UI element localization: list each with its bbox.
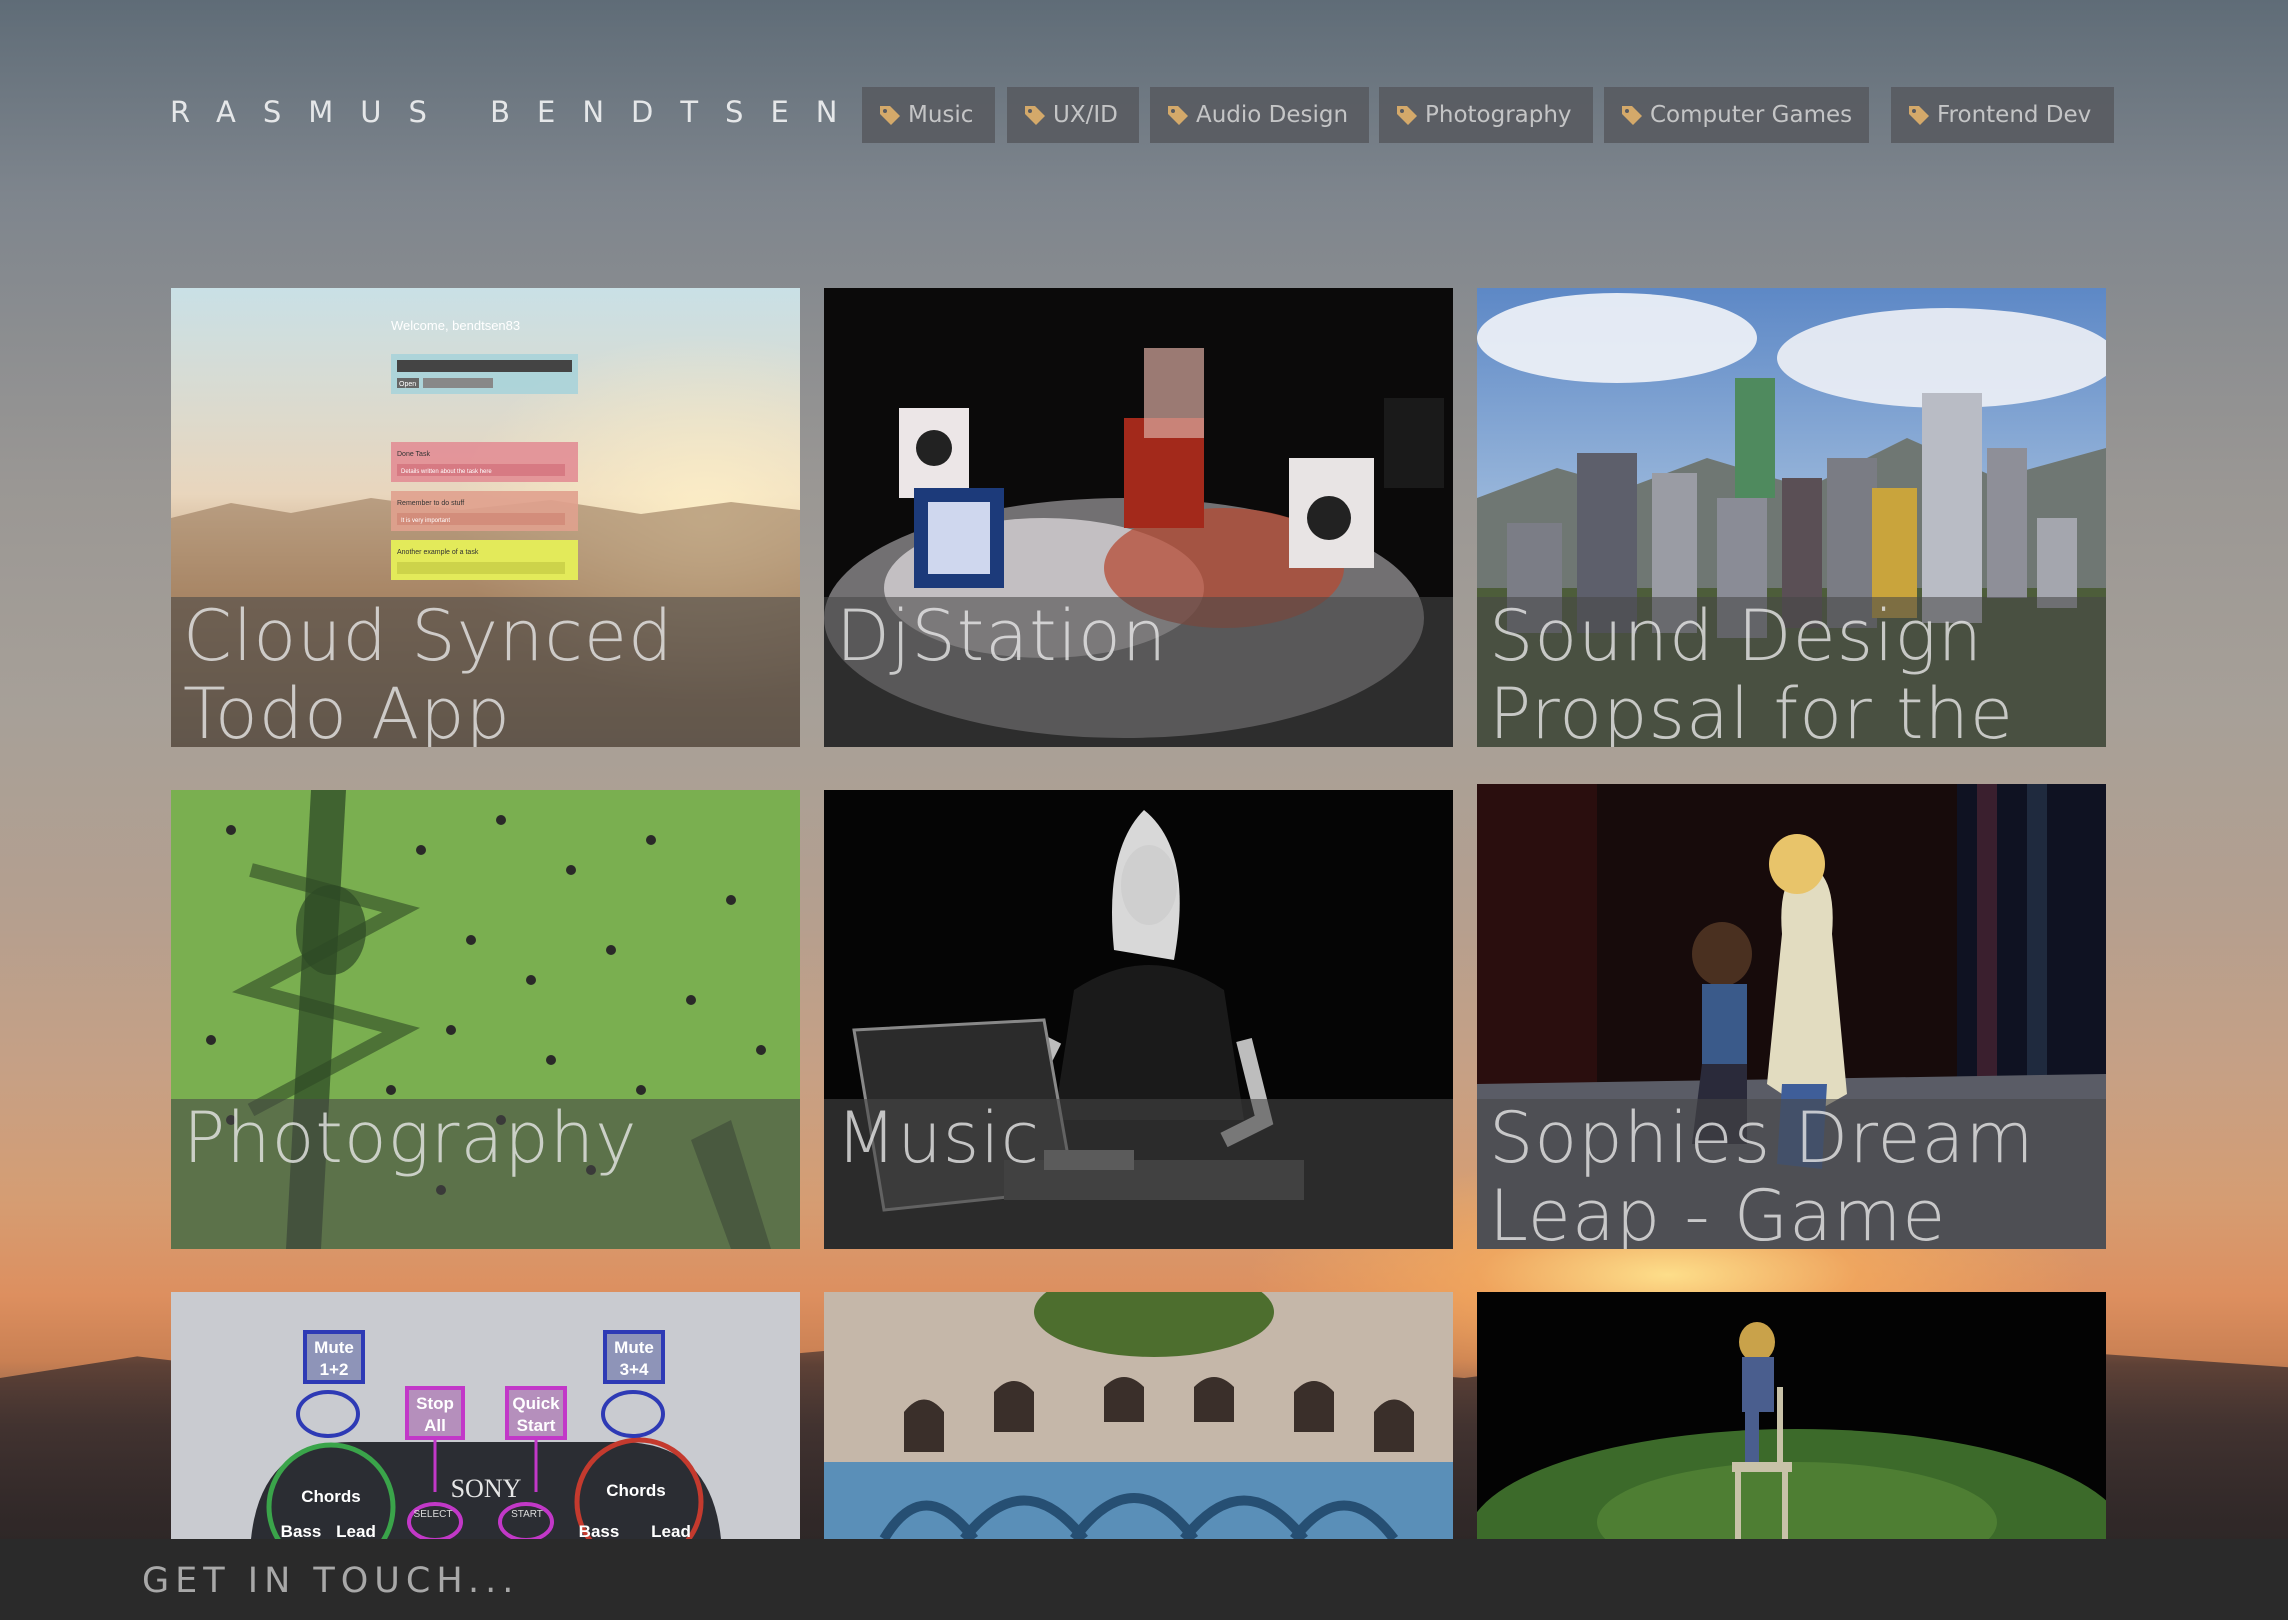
label-chords-right: Chords — [606, 1481, 666, 1500]
label-quick-1: Quick — [512, 1394, 560, 1413]
project-card-gamepad[interactable]: Mute 1+2 Mute 3+4 Stop All Quick Start S… — [171, 1292, 800, 1539]
todo-task2-body: It is very important — [401, 518, 450, 524]
tag-music[interactable]: Music — [862, 87, 995, 143]
label-bass-right: Bass — [579, 1522, 620, 1539]
label-chords-left: Chords — [301, 1487, 361, 1506]
project-card-graffiti[interactable] — [824, 1292, 1453, 1539]
label-start: START — [511, 1509, 543, 1520]
project-title-overlay: DjStation — [824, 597, 1453, 747]
todo-task1-body: Details written about the task here — [401, 469, 492, 475]
tag-icon — [1397, 106, 1417, 125]
project-title: DjStation — [836, 597, 1168, 677]
project-card-photography[interactable]: Photography — [171, 790, 800, 1249]
project-title-overlay: Photography — [171, 1099, 800, 1249]
project-title: Music — [836, 1099, 1041, 1179]
todo-open-label: Open — [399, 381, 416, 388]
label-brand: SONY — [451, 1474, 522, 1503]
tag-label: Frontend Dev — [1937, 102, 2092, 128]
project-title: Photography — [183, 1099, 638, 1179]
todo-task3-title: Another example of a task — [397, 549, 479, 556]
label-mute-right-1: Mute — [614, 1338, 654, 1357]
label-lead-left: Lead — [336, 1522, 376, 1539]
label-stop-2: All — [424, 1416, 446, 1435]
contact-footer: GET IN TOUCH... — [0, 1539, 2288, 1620]
project-card-sophies-dream-leap[interactable]: Sophies Dream Leap - Game — [1477, 784, 2106, 1249]
tag-audio-design[interactable]: Audio Design — [1150, 87, 1369, 143]
todo-task2-title: Remember to do stuff — [397, 500, 464, 507]
tag-label: Audio Design — [1196, 102, 1349, 128]
project-card-djstation[interactable]: DjStation — [824, 288, 1453, 747]
label-quick-2: Start — [517, 1416, 556, 1435]
project-card-chair-scene[interactable] — [1477, 1292, 2106, 1539]
tag-icon — [1168, 106, 1188, 125]
project-title: Cloud Synced Todo App — [183, 597, 674, 747]
project-title: Sophies Dream Leap - Game — [1489, 1099, 2035, 1249]
todo-welcome: Welcome, bendtsen83 — [391, 318, 520, 333]
project-thumbnail — [1477, 1292, 2106, 1539]
tag-label: UX/ID — [1053, 102, 1118, 128]
project-thumbnail: Mute 1+2 Mute 3+4 Stop All Quick Start S… — [171, 1292, 800, 1539]
label-mute-right-2: 3+4 — [620, 1360, 649, 1379]
tag-label: Music — [908, 102, 974, 128]
project-card-music[interactable]: Music — [824, 790, 1453, 1249]
tag-frontend-dev[interactable]: Frontend Dev — [1891, 87, 2114, 143]
project-title-overlay: Sound Design Propsal for the — [1477, 597, 2106, 747]
tag-icon — [1622, 106, 1642, 125]
label-select: SELECT — [414, 1509, 453, 1520]
project-card-todo-app[interactable]: Welcome, bendtsen83 Open Done Task Detai… — [171, 288, 800, 747]
project-title-overlay: Music — [824, 1099, 1453, 1249]
site-brand[interactable]: RASMUS BENDTSEN — [170, 95, 864, 129]
project-thumbnail — [824, 1292, 1453, 1539]
project-card-sound-design[interactable]: Sound Design Propsal for the — [1477, 288, 2106, 747]
project-title-overlay: Sophies Dream Leap - Game — [1477, 1099, 2106, 1249]
tag-icon — [880, 106, 900, 125]
tag-icon — [1025, 106, 1045, 125]
tag-photography[interactable]: Photography — [1379, 87, 1593, 143]
label-stop-1: Stop — [416, 1394, 454, 1413]
get-in-touch-link[interactable]: GET IN TOUCH... — [142, 1561, 519, 1601]
tag-computer-games[interactable]: Computer Games — [1604, 87, 1869, 143]
label-bass-left: Bass — [281, 1522, 322, 1539]
tag-icon — [1909, 106, 1929, 125]
tag-label: Computer Games — [1650, 102, 1853, 128]
label-mute-left-2: 1+2 — [320, 1360, 349, 1379]
tag-label: Photography — [1425, 102, 1572, 128]
todo-task1-title: Done Task — [397, 451, 430, 458]
label-lead-right: Lead — [651, 1522, 691, 1539]
project-title: Sound Design Propsal for the — [1489, 597, 2014, 747]
tag-ux-id[interactable]: UX/ID — [1007, 87, 1139, 143]
project-title-overlay: Cloud Synced Todo App — [171, 597, 800, 747]
label-mute-left-1: Mute — [314, 1338, 354, 1357]
